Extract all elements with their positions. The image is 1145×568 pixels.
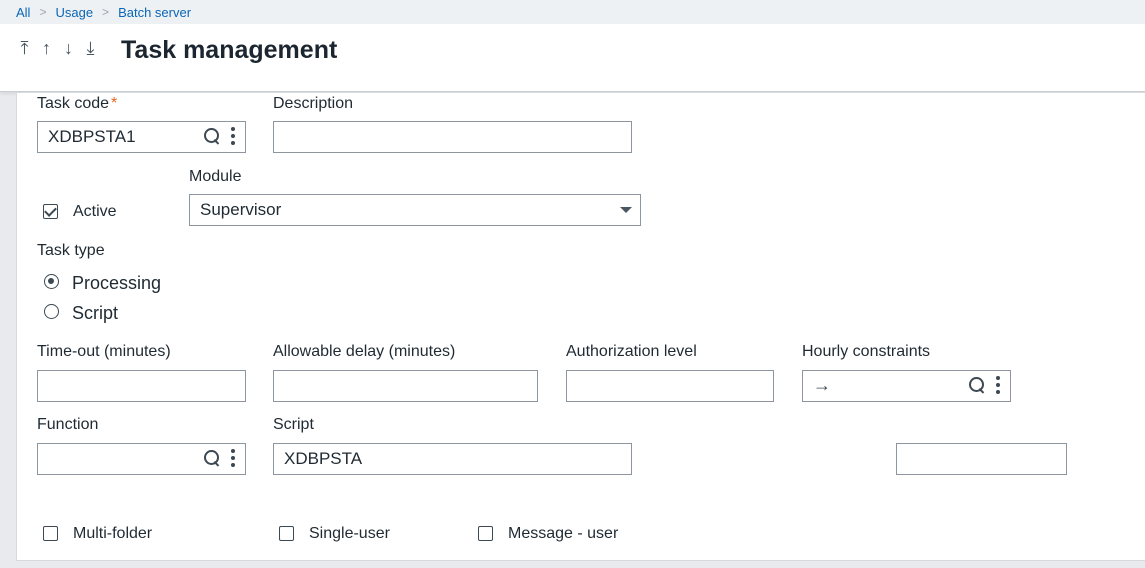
page-title: Task management <box>121 36 338 64</box>
authorization-level-input[interactable] <box>566 370 774 402</box>
task-form-panel: Task code * XDBPSTA1 Description Active M… <box>16 93 1145 561</box>
multi-folder-checkbox[interactable] <box>43 526 58 541</box>
single-user-checkbox[interactable] <box>279 526 294 541</box>
magnifier-icon[interactable] <box>203 449 221 467</box>
breadcrumb-usage[interactable]: Usage <box>55 5 93 20</box>
module-value: Supervisor <box>200 200 282 219</box>
description-label: Description <box>273 95 354 112</box>
more-vertical-icon[interactable] <box>994 376 1002 394</box>
required-marker: * <box>111 95 118 112</box>
hourly-constraints-label: Hourly constraints <box>802 343 931 360</box>
allowable-delay-input[interactable] <box>273 370 538 402</box>
timeout-label: Time-out (minutes) <box>37 343 171 360</box>
script-radio[interactable] <box>44 304 59 319</box>
function-field[interactable] <box>37 443 246 475</box>
task-code-label-text: Task code <box>37 95 110 112</box>
more-vertical-icon[interactable] <box>229 127 237 145</box>
chevron-down-icon[interactable] <box>620 207 632 213</box>
breadcrumb-separator-icon: > <box>39 5 47 19</box>
task-type-label: Task type <box>37 242 105 259</box>
message-user-checkbox[interactable] <box>478 526 493 541</box>
processing-radio[interactable] <box>44 274 59 289</box>
allowable-delay-label: Allowable delay (minutes) <box>273 343 456 360</box>
active-label: Active <box>73 203 117 220</box>
script-label: Script <box>273 416 314 433</box>
task-code-field[interactable]: XDBPSTA1 <box>37 121 246 153</box>
first-record-icon[interactable]: ⤒ <box>16 38 33 59</box>
hourly-constraints-field[interactable]: → <box>802 370 1011 402</box>
timeout-input[interactable] <box>37 370 246 402</box>
page-header: ⤒ ↑ ↓ ⤓ Task management <box>0 24 1145 92</box>
description-input[interactable] <box>273 121 632 153</box>
last-record-icon[interactable]: ⤓ <box>82 38 99 59</box>
script-input[interactable]: XDBPSTA <box>273 443 632 475</box>
task-code-label: Task code * <box>37 95 117 113</box>
script-option-label: Script <box>72 303 119 323</box>
active-checkbox[interactable] <box>43 204 58 219</box>
magnifier-icon[interactable] <box>203 127 221 145</box>
previous-record-icon[interactable]: ↑ <box>38 38 55 59</box>
module-select[interactable]: Supervisor <box>189 194 641 226</box>
task-code-value: XDBPSTA1 <box>48 127 136 146</box>
breadcrumb-all[interactable]: All <box>16 5 30 20</box>
single-user-label: Single-user <box>309 525 390 542</box>
breadcrumb: All > Usage > Batch server <box>0 0 1145 24</box>
breadcrumb-batch-server[interactable]: Batch server <box>118 5 191 20</box>
next-record-icon[interactable]: ↓ <box>60 38 77 59</box>
breadcrumb-separator-icon: > <box>102 5 110 19</box>
authorization-level-label: Authorization level <box>566 343 697 360</box>
function-label: Function <box>37 416 99 433</box>
message-user-label: Message - user <box>508 525 619 542</box>
record-navigation: ⤒ ↑ ↓ ⤓ <box>16 38 99 59</box>
magnifier-icon[interactable] <box>968 376 986 394</box>
multi-folder-label: Multi-folder <box>73 525 153 542</box>
extra-input[interactable] <box>896 443 1067 475</box>
module-label: Module <box>189 168 242 185</box>
processing-option-label: Processing <box>72 273 162 293</box>
more-vertical-icon[interactable] <box>229 449 237 467</box>
arrow-right-icon[interactable]: → <box>813 375 831 396</box>
